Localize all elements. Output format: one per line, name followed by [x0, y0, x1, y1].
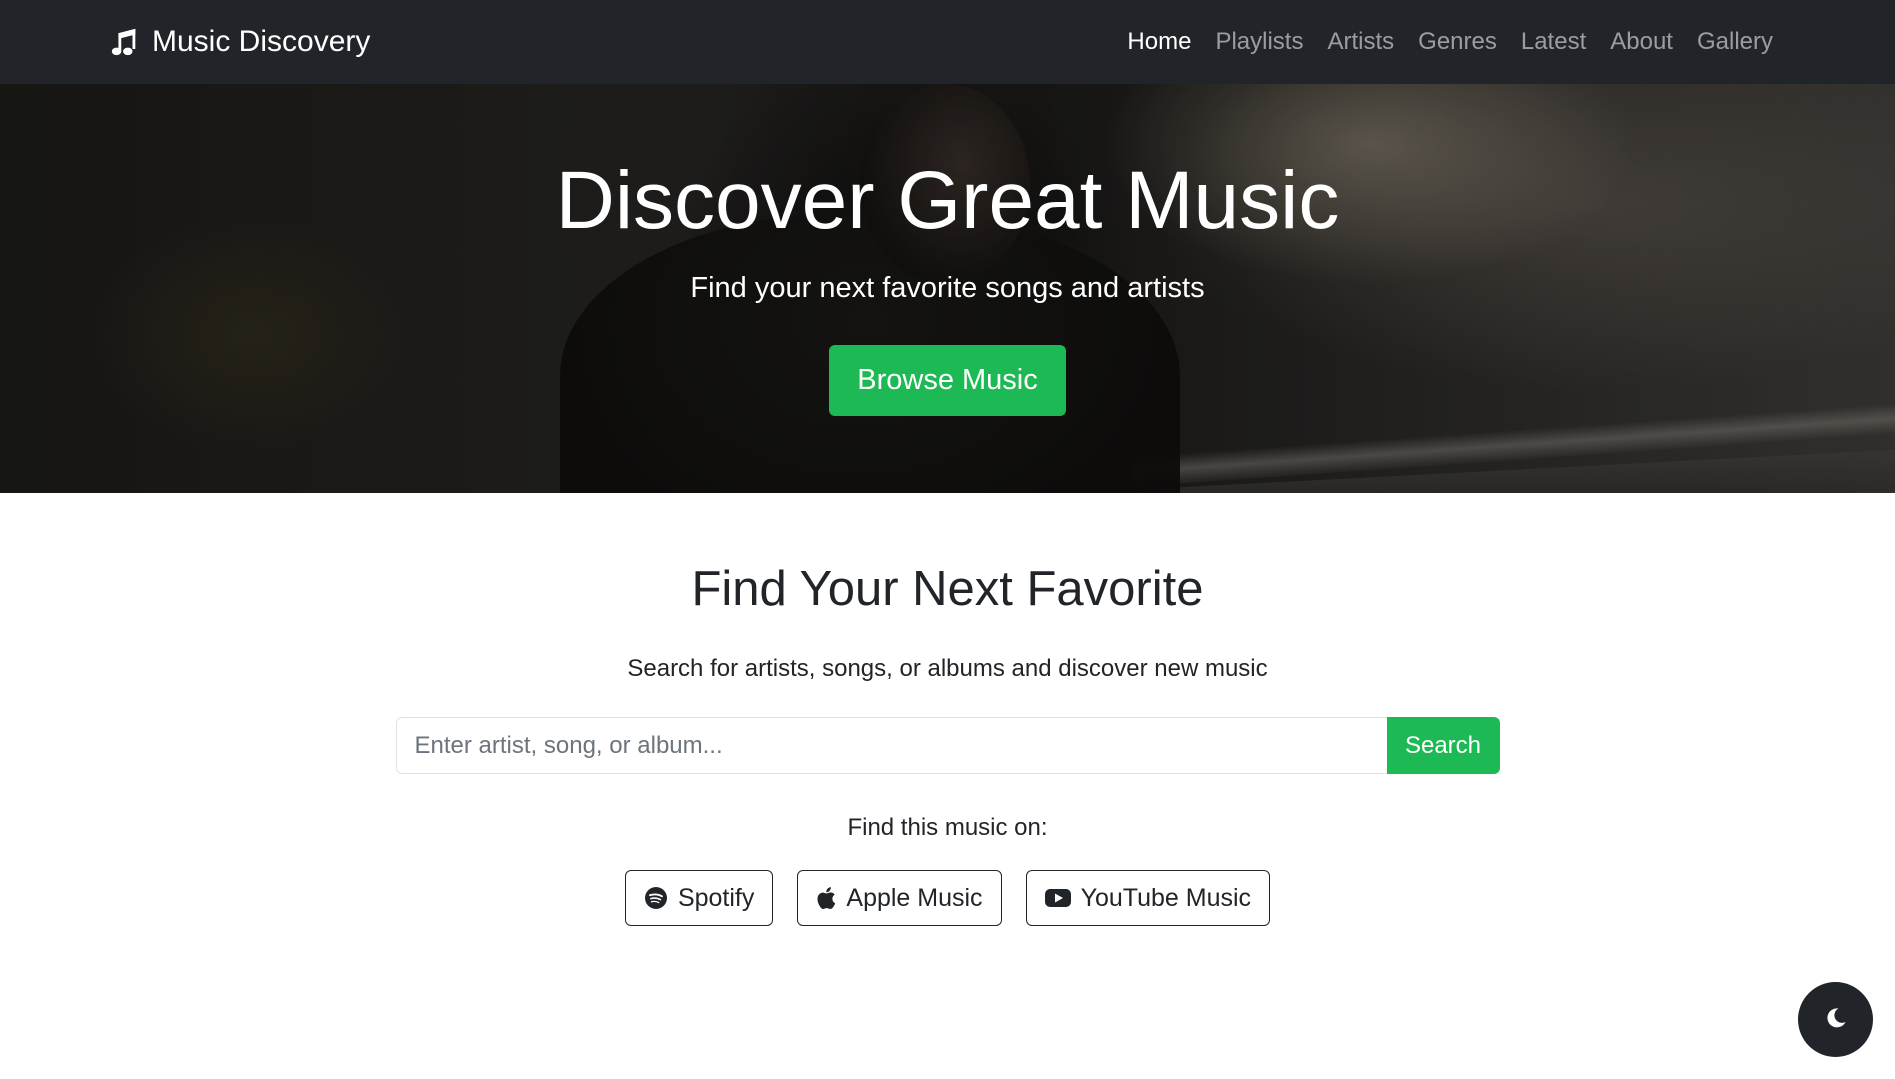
- apple-music-button[interactable]: Apple Music: [797, 870, 1002, 926]
- spotify-label: Spotify: [677, 883, 755, 912]
- platform-buttons: Spotify Apple Music YouTube Music: [624, 870, 1271, 926]
- search-button[interactable]: Search: [1386, 717, 1500, 774]
- navbar: Music Discovery Home Playlists Artists G…: [0, 0, 1895, 84]
- youtube-icon: [1044, 888, 1071, 908]
- search-group: Search: [395, 717, 1500, 774]
- nav-link-about[interactable]: About: [1610, 28, 1673, 56]
- spotify-icon: [644, 886, 668, 910]
- hero-content: Discover Great Music Find your next favo…: [0, 84, 1895, 493]
- nav-link-genres[interactable]: Genres: [1418, 28, 1497, 56]
- spotify-button[interactable]: Spotify: [624, 870, 774, 926]
- brand-name: Music Discovery: [152, 25, 371, 58]
- music-note-icon: [110, 27, 140, 57]
- nav-link-playlists[interactable]: Playlists: [1215, 28, 1303, 56]
- brand-link[interactable]: Music Discovery: [110, 25, 370, 59]
- search-input[interactable]: [395, 717, 1387, 774]
- search-section: Find Your Next Favorite Search for artis…: [0, 493, 1895, 926]
- youtube-music-button[interactable]: YouTube Music: [1025, 870, 1271, 926]
- nav-link-artists[interactable]: Artists: [1327, 28, 1394, 56]
- hero-title: Discover Great Music: [555, 155, 1340, 246]
- nav-links: Home Playlists Artists Genres Latest Abo…: [1127, 28, 1773, 56]
- search-section-title: Find Your Next Favorite: [691, 562, 1204, 616]
- moon-icon: [1824, 1006, 1848, 1033]
- nav-link-latest[interactable]: Latest: [1521, 28, 1586, 56]
- apple-icon: [816, 886, 836, 910]
- youtube-music-label: YouTube Music: [1080, 883, 1252, 912]
- browse-music-button[interactable]: Browse Music: [829, 345, 1066, 416]
- search-section-description: Search for artists, songs, or albums and…: [627, 655, 1268, 682]
- apple-music-label: Apple Music: [846, 883, 983, 912]
- find-on-label: Find this music on:: [847, 814, 1048, 841]
- nav-link-gallery[interactable]: Gallery: [1697, 28, 1773, 56]
- hero-subtitle: Find your next favorite songs and artist…: [690, 272, 1205, 304]
- nav-link-home[interactable]: Home: [1127, 28, 1191, 56]
- hero-section: Discover Great Music Find your next favo…: [0, 84, 1895, 493]
- theme-toggle-button[interactable]: [1798, 982, 1873, 1057]
